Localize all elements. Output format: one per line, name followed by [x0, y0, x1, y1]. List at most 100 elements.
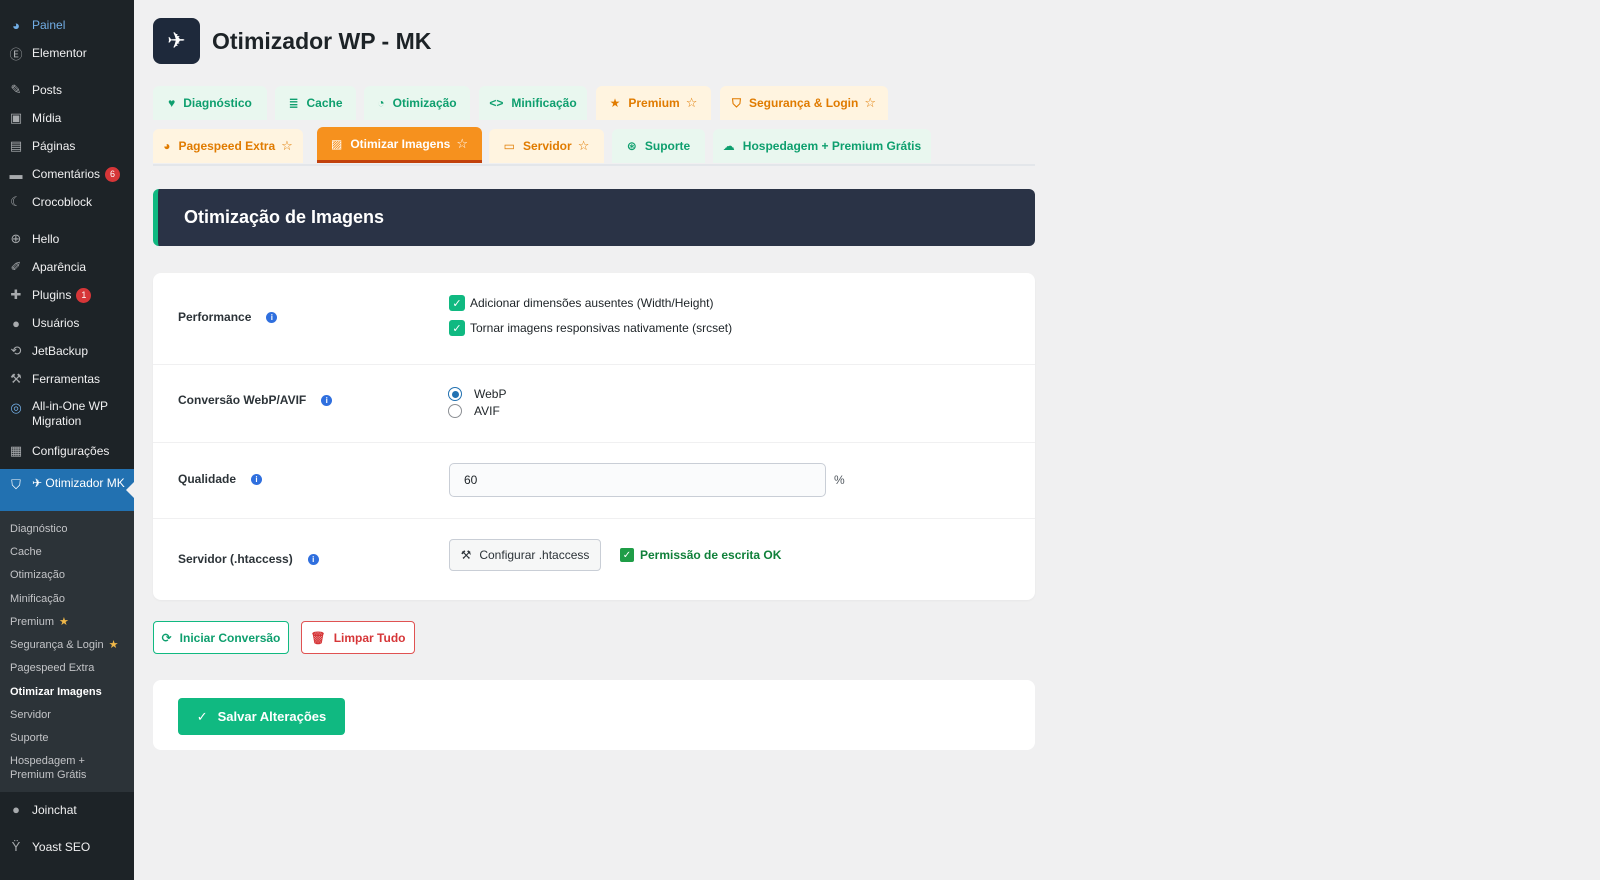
- star-outline-icon: ☆: [456, 135, 469, 151]
- sidebar-item-configuracoes[interactable]: ▦ Configurações: [0, 437, 134, 465]
- button-label: Configurar .htaccess: [479, 548, 590, 562]
- page-header: ✈ Otimizador WP - MK: [153, 18, 431, 64]
- sidebar-item-label: Páginas: [32, 139, 76, 153]
- gauge-icon: ◔: [377, 96, 385, 110]
- sidebar-item-posts[interactable]: ✎ Posts: [0, 76, 134, 104]
- submenu-label: Hospedagem + Premium Grátis: [10, 754, 87, 781]
- star-outline-icon: ☆: [864, 95, 877, 110]
- setting-label: Conversão WebP/AVIF i: [178, 393, 333, 407]
- tab-pagespeed-extra[interactable]: ◕ Pagespeed Extra ☆: [153, 129, 303, 163]
- checkbox-checked-icon[interactable]: ✓: [449, 320, 465, 336]
- tab-seguranca-login[interactable]: ⛉ Segurança & Login ☆: [720, 86, 888, 120]
- radio-selected-icon[interactable]: [448, 387, 462, 401]
- sidebar-item-jetbackup[interactable]: ⟲ JetBackup: [0, 337, 134, 365]
- radio-unselected-icon[interactable]: [448, 404, 462, 418]
- checkbox-responsive-srcset[interactable]: ✓ Tornar imagens responsivas nativamente …: [449, 320, 732, 336]
- tab-suporte[interactable]: ⊛ Suporte: [612, 129, 705, 163]
- submenu-label: Diagnóstico: [10, 522, 68, 535]
- sidebar-item-otimizador-mk[interactable]: ⛉ ✈ Otimizador MK: [0, 469, 134, 511]
- info-icon[interactable]: i: [321, 394, 333, 406]
- setting-label-text: Conversão WebP/AVIF: [178, 393, 307, 407]
- sidebar-item-ferramentas[interactable]: ⚒ Ferramentas: [0, 365, 134, 393]
- migration-icon: ◎: [10, 399, 22, 415]
- save-changes-button[interactable]: ✓ Salvar Alterações: [178, 698, 345, 735]
- sidebar-item-painel[interactable]: ◕ Painel: [0, 11, 134, 39]
- info-icon[interactable]: i: [266, 311, 278, 323]
- submenu-item-seguranca-login[interactable]: Segurança & Login ★: [0, 633, 134, 656]
- sidebar-item-label: Joinchat: [32, 802, 77, 817]
- sidebar-item-label: Crocoblock: [32, 195, 93, 209]
- page-icon: ▤: [9, 138, 23, 153]
- sidebar-item-label: Plugins: [32, 288, 72, 302]
- submenu-item-pagespeed-extra[interactable]: Pagespeed Extra: [0, 657, 134, 680]
- radio-avif[interactable]: AVIF: [448, 404, 500, 418]
- sync-icon: ⟳: [161, 630, 172, 645]
- tab-minificacao[interactable]: <> Minificação: [479, 86, 587, 120]
- submenu-item-premium[interactable]: Premium ★: [0, 610, 134, 633]
- sidebar-item-label: Configurações: [32, 444, 110, 458]
- clear-all-button[interactable]: 🗑 Limpar Tudo: [301, 621, 415, 654]
- tab-otimizacao[interactable]: ◔ Otimização: [364, 86, 470, 120]
- sidebar-item-crocoblock[interactable]: ☾ Crocoblock: [0, 188, 134, 216]
- submenu-item-diagnostico[interactable]: Diagnóstico: [0, 517, 134, 540]
- save-card: ✓ Salvar Alterações: [153, 680, 1035, 750]
- cloud-icon: ☁: [722, 139, 735, 153]
- setting-row-quality: Qualidade i 60 %: [153, 443, 1035, 519]
- tab-otimizar-imagens[interactable]: ▨ Otimizar Imagens ☆: [317, 127, 482, 163]
- sidebar-item-aparencia[interactable]: ✐ Aparência: [0, 253, 134, 281]
- checkbox-add-dimensions[interactable]: ✓ Adicionar dimensões ausentes (Width/Hei…: [449, 295, 713, 311]
- sidebar-item-paginas[interactable]: ▤ Páginas: [0, 132, 134, 160]
- submenu-item-hospedagem[interactable]: Hospedagem + Premium Grátis: [0, 750, 134, 786]
- tab-label: Pagespeed Extra: [178, 139, 276, 153]
- tab-hospedagem[interactable]: ☁ Hospedagem + Premium Grátis: [713, 129, 931, 163]
- submenu-item-suporte[interactable]: Suporte: [0, 727, 134, 750]
- plugin-update-badge: 1: [76, 287, 92, 303]
- button-label: Iniciar Conversão: [179, 630, 281, 645]
- sidebar-item-hello[interactable]: ⊕ Hello: [0, 225, 134, 253]
- chat-icon: ●: [12, 802, 20, 818]
- sidebar-item-elementor[interactable]: Ⓔ Elementor: [0, 39, 134, 67]
- brush-icon: ✐: [10, 259, 22, 274]
- tab-diagnostico[interactable]: ♥ Diagnóstico: [153, 86, 267, 120]
- sidebar-item-usuarios[interactable]: ● Usuários: [0, 309, 134, 337]
- submenu-label: Premium: [10, 615, 55, 628]
- tab-label: Premium: [628, 96, 680, 110]
- checkbox-label: Tornar imagens responsivas nativamente (…: [470, 321, 733, 335]
- submenu-label: Segurança & Login: [10, 639, 104, 652]
- sidebar-item-plugins[interactable]: ✚ Plugins 1: [0, 281, 134, 309]
- submenu-label: Otimizar Imagens: [10, 685, 102, 698]
- submenu-label: Otimização: [10, 569, 66, 582]
- radio-webp[interactable]: WebP: [448, 387, 506, 401]
- configure-htaccess-button[interactable]: ⚒ Configurar .htaccess: [449, 539, 601, 571]
- start-conversion-button[interactable]: ⟳ Iniciar Conversão: [153, 621, 289, 654]
- trash-icon: 🗑: [310, 630, 326, 645]
- submenu-item-minificacao[interactable]: Minificação: [0, 587, 134, 610]
- pin-icon: ✎: [10, 82, 22, 97]
- submenu-item-otimizar-imagens[interactable]: Otimizar Imagens: [0, 680, 134, 703]
- star-icon: ★: [59, 615, 69, 628]
- sidebar-item-joinchat[interactable]: ● Joinchat: [0, 796, 134, 824]
- sidebar-item-label: Aparência: [32, 260, 87, 274]
- sidebar-item-comentarios[interactable]: ▬ Comentários 6: [0, 160, 134, 188]
- star-outline-icon: ☆: [577, 138, 590, 153]
- admin-sidebar: ◕ Painel Ⓔ Elementor ✎ Posts ▣ Mídia ▤ Página…: [0, 0, 134, 880]
- radio-label: WebP: [474, 387, 507, 401]
- tab-premium[interactable]: ★ Premium ☆: [596, 86, 711, 120]
- checkbox-checked-icon[interactable]: ✓: [449, 295, 465, 311]
- rocket-icon: ✈: [167, 28, 186, 53]
- sidebar-item-all-in-one-migration[interactable]: ◎ All-in-One WP Migration: [0, 393, 134, 437]
- submenu-item-otimizacao[interactable]: Otimização: [0, 564, 134, 587]
- tab-cache[interactable]: ≣ Cache: [275, 86, 356, 120]
- submenu-item-servidor[interactable]: Servidor: [0, 703, 134, 726]
- submenu-item-cache[interactable]: Cache: [0, 540, 134, 563]
- info-icon[interactable]: i: [251, 473, 263, 485]
- tab-servidor[interactable]: ▭ Servidor ☆: [489, 129, 604, 163]
- sidebar-item-midia[interactable]: ▣ Mídia: [0, 104, 134, 132]
- quality-input[interactable]: 60: [449, 463, 826, 497]
- tab-label: Cache: [306, 96, 343, 110]
- sidebar-item-label: JetBackup: [32, 344, 89, 358]
- shield-icon: ⛉: [731, 95, 741, 110]
- sidebar-item-yoast[interactable]: Ÿ Yoast SEO: [0, 833, 134, 861]
- info-icon[interactable]: i: [307, 553, 319, 565]
- tab-label: Hospedagem + Premium Grátis: [742, 139, 922, 153]
